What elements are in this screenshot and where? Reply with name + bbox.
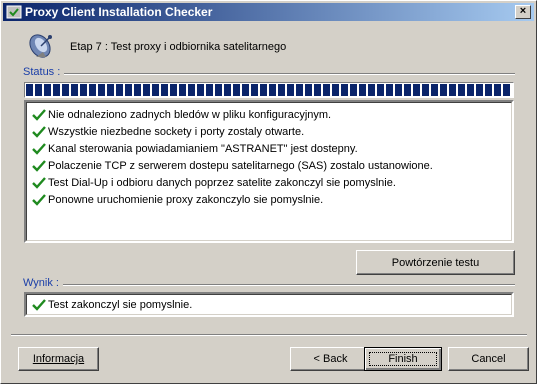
status-list-item: Nie odnaleziono zadnych bledów w pliku k…: [32, 107, 331, 123]
title-bar[interactable]: Proxy Client Installation Checker ×: [3, 3, 534, 21]
cancel-label: Cancel: [471, 353, 506, 365]
app-icon: [6, 5, 22, 19]
finish-label: Finish: [388, 353, 418, 365]
check-icon: [32, 299, 46, 311]
bottom-divider: [11, 334, 527, 336]
back-label: < Back: [313, 353, 348, 365]
retest-button[interactable]: Powtórzenie testu: [356, 250, 515, 275]
check-icon: [32, 126, 46, 138]
result-text: Test zakonczyl sie pomyslnie.: [48, 299, 193, 311]
installer-window: Proxy Client Installation Checker × Etap…: [0, 0, 537, 384]
satellite-dish-icon: [29, 34, 52, 58]
status-list-item: Wszystkie niezbedne sockety i porty zost…: [32, 124, 304, 140]
cancel-button[interactable]: Cancel: [448, 347, 529, 371]
retest-label: Powtórzenie testu: [391, 256, 480, 269]
info-button[interactable]: Informacja: [18, 347, 99, 371]
status-list-item: Kanal sterowania powiadamianiem "ASTRANE…: [32, 141, 358, 157]
progress-fill: [26, 84, 512, 96]
status-item-text: Test Dial-Up i odbioru danych poprzez sa…: [48, 177, 396, 189]
status-divider: [23, 73, 515, 75]
result-label: Wynik :: [23, 277, 63, 289]
check-icon: [32, 177, 46, 189]
status-list-item: Test Dial-Up i odbioru danych poprzez sa…: [32, 175, 396, 191]
info-label: Informacja: [32, 353, 85, 365]
result-box[interactable]: Test zakonczyl sie pomyslnie.: [24, 292, 514, 317]
status-item-text: Nie odnaleziono zadnych bledów w pliku k…: [48, 109, 332, 121]
status-label: Status :: [23, 66, 65, 78]
result-row: Test zakonczyl sie pomyslnie.: [32, 297, 192, 313]
window-title: Proxy Client Installation Checker: [25, 5, 213, 19]
progress-bar: [24, 82, 514, 98]
back-button[interactable]: < Back: [290, 347, 371, 371]
status-list-item: Ponowne uruchomienie proxy zakonczylo si…: [32, 192, 323, 208]
finish-button[interactable]: Finish: [364, 347, 442, 371]
status-item-text: Wszystkie niezbedne sockety i porty zost…: [48, 126, 305, 138]
result-divider: [23, 284, 515, 286]
check-icon: [32, 160, 46, 172]
step-title: Etap 7 : Test proxy i odbiornika satelit…: [70, 41, 287, 53]
status-item-text: Kanal sterowania powiadamianiem "ASTRANE…: [48, 143, 358, 155]
status-item-text: Ponowne uruchomienie proxy zakonczylo si…: [48, 194, 324, 206]
status-item-text: Polaczenie TCP z serwerem dostepu sateli…: [48, 160, 433, 172]
status-list[interactable]: Nie odnaleziono zadnych bledów w pliku k…: [24, 100, 514, 243]
close-icon: ×: [519, 5, 527, 17]
check-icon: [32, 143, 46, 155]
close-button[interactable]: ×: [515, 5, 531, 19]
status-list-item: Polaczenie TCP z serwerem dostepu sateli…: [32, 158, 433, 174]
check-icon: [32, 109, 46, 121]
check-icon: [32, 194, 46, 206]
